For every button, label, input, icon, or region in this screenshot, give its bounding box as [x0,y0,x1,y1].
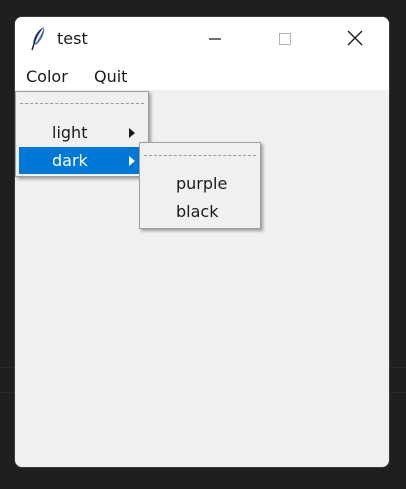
menubar-item-quit[interactable]: Quit [94,67,127,86]
maximize-button[interactable] [255,17,315,63]
app-window: test Color Quit [14,16,390,468]
menu-item-light[interactable]: light [19,119,146,146]
tearoff-line[interactable] [144,155,256,156]
menu-item-label: purple [176,174,228,193]
menu-item-black[interactable]: black [143,198,258,225]
maximize-icon [278,31,292,50]
menu-item-dark[interactable]: dark [19,147,146,174]
feather-icon [30,26,48,52]
menu-item-label: black [176,202,219,221]
desktop: test Color Quit light dark purple black [0,0,406,489]
minimize-icon [208,31,222,50]
tearoff-line[interactable] [20,103,144,104]
submenu-arrow-icon [129,156,135,166]
close-button[interactable] [325,17,385,63]
title-bar[interactable]: test [15,17,389,63]
menubar-item-color[interactable]: Color [26,67,68,86]
close-icon [347,30,363,50]
color-menu: light dark [15,91,149,177]
window-title: test [57,29,88,48]
menu-item-purple[interactable]: purple [143,170,258,197]
menu-bar: Color Quit [15,63,389,90]
submenu-arrow-icon [129,128,135,138]
menu-item-label: dark [52,151,88,170]
minimize-button[interactable] [185,17,245,63]
dark-submenu: purple black [139,142,261,229]
menu-item-label: light [52,123,88,142]
